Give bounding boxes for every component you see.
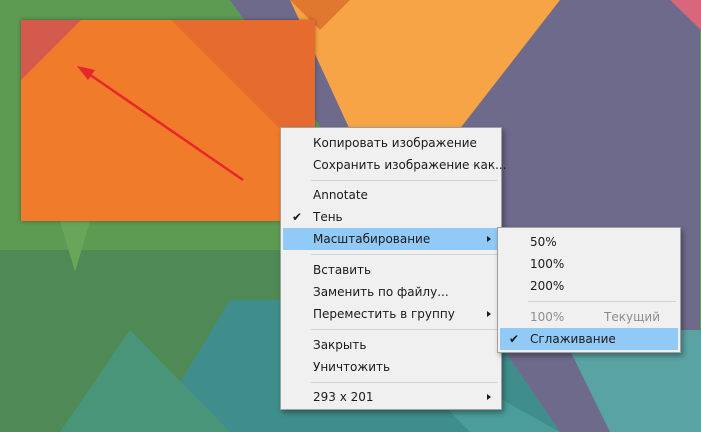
menu-separator bbox=[528, 301, 676, 302]
menu-item-close[interactable]: Закрыть bbox=[283, 334, 499, 356]
snip-image bbox=[21, 20, 315, 221]
menu-item-label: Закрыть bbox=[313, 338, 367, 352]
menu-item-paste[interactable]: Вставить bbox=[283, 259, 499, 281]
menu-item-label: 50% bbox=[530, 235, 557, 249]
menu-separator bbox=[311, 254, 497, 255]
menu-item-label: Переместить в группу bbox=[313, 307, 455, 321]
menu-item-label: Annotate bbox=[313, 188, 368, 202]
menu-item-label: Вставить bbox=[313, 263, 372, 277]
menu-item-label: 100% bbox=[530, 310, 565, 324]
menu-item-label: 200% bbox=[530, 279, 565, 293]
current-zoom-hint: Текущий bbox=[604, 310, 660, 324]
menu-item-label: Масштабирование bbox=[313, 232, 431, 246]
zoom-item-smoothing[interactable]: ✔ Сглаживание bbox=[500, 328, 678, 350]
checkmark-icon: ✔ bbox=[508, 332, 520, 346]
menu-item-shadow[interactable]: ✔ Тень bbox=[283, 206, 499, 228]
menu-separator bbox=[311, 180, 497, 181]
menu-item-label: Сохранить изображение как... bbox=[313, 158, 507, 172]
zoom-item-100[interactable]: 100% bbox=[500, 253, 678, 275]
screenshot-preview[interactable] bbox=[21, 20, 315, 221]
menu-separator bbox=[311, 329, 497, 330]
menu-item-zoom[interactable]: Масштабирование bbox=[283, 228, 499, 250]
menu-item-annotate[interactable]: Annotate bbox=[283, 184, 499, 206]
menu-item-destroy[interactable]: Уничтожить bbox=[283, 356, 499, 378]
menu-item-move-to-group[interactable]: Переместить в группу bbox=[283, 303, 499, 325]
menu-item-copy-image[interactable]: Копировать изображение bbox=[283, 132, 499, 154]
menu-item-label: Копировать изображение bbox=[313, 136, 477, 150]
menu-item-replace-from-file[interactable]: Заменить по файлу... bbox=[283, 281, 499, 303]
menu-item-save-image-as[interactable]: Сохранить изображение как... bbox=[283, 154, 507, 176]
zoom-item-50[interactable]: 50% bbox=[500, 231, 678, 253]
zoom-submenu: 50% 100% 200% 100% Текущий ✔ Сглаживание bbox=[497, 227, 681, 353]
menu-item-label: 293 x 201 bbox=[313, 390, 374, 404]
checkmark-icon: ✔ bbox=[291, 210, 303, 224]
chevron-right-icon bbox=[487, 236, 491, 242]
context-menu: Копировать изображение Сохранить изображ… bbox=[280, 127, 507, 410]
menu-item-size[interactable]: 293 x 201 bbox=[283, 386, 499, 408]
chevron-right-icon bbox=[487, 394, 491, 400]
menu-separator bbox=[311, 382, 497, 383]
chevron-right-icon bbox=[487, 311, 491, 317]
menu-item-label: 100% bbox=[530, 257, 565, 271]
menu-item-label: Тень bbox=[313, 210, 343, 224]
menu-item-label: Сглаживание bbox=[530, 332, 616, 346]
zoom-item-current: 100% Текущий bbox=[500, 306, 678, 328]
menu-item-label: Уничтожить bbox=[313, 360, 391, 374]
menu-item-label: Заменить по файлу... bbox=[313, 285, 449, 299]
zoom-item-200[interactable]: 200% bbox=[500, 275, 678, 297]
